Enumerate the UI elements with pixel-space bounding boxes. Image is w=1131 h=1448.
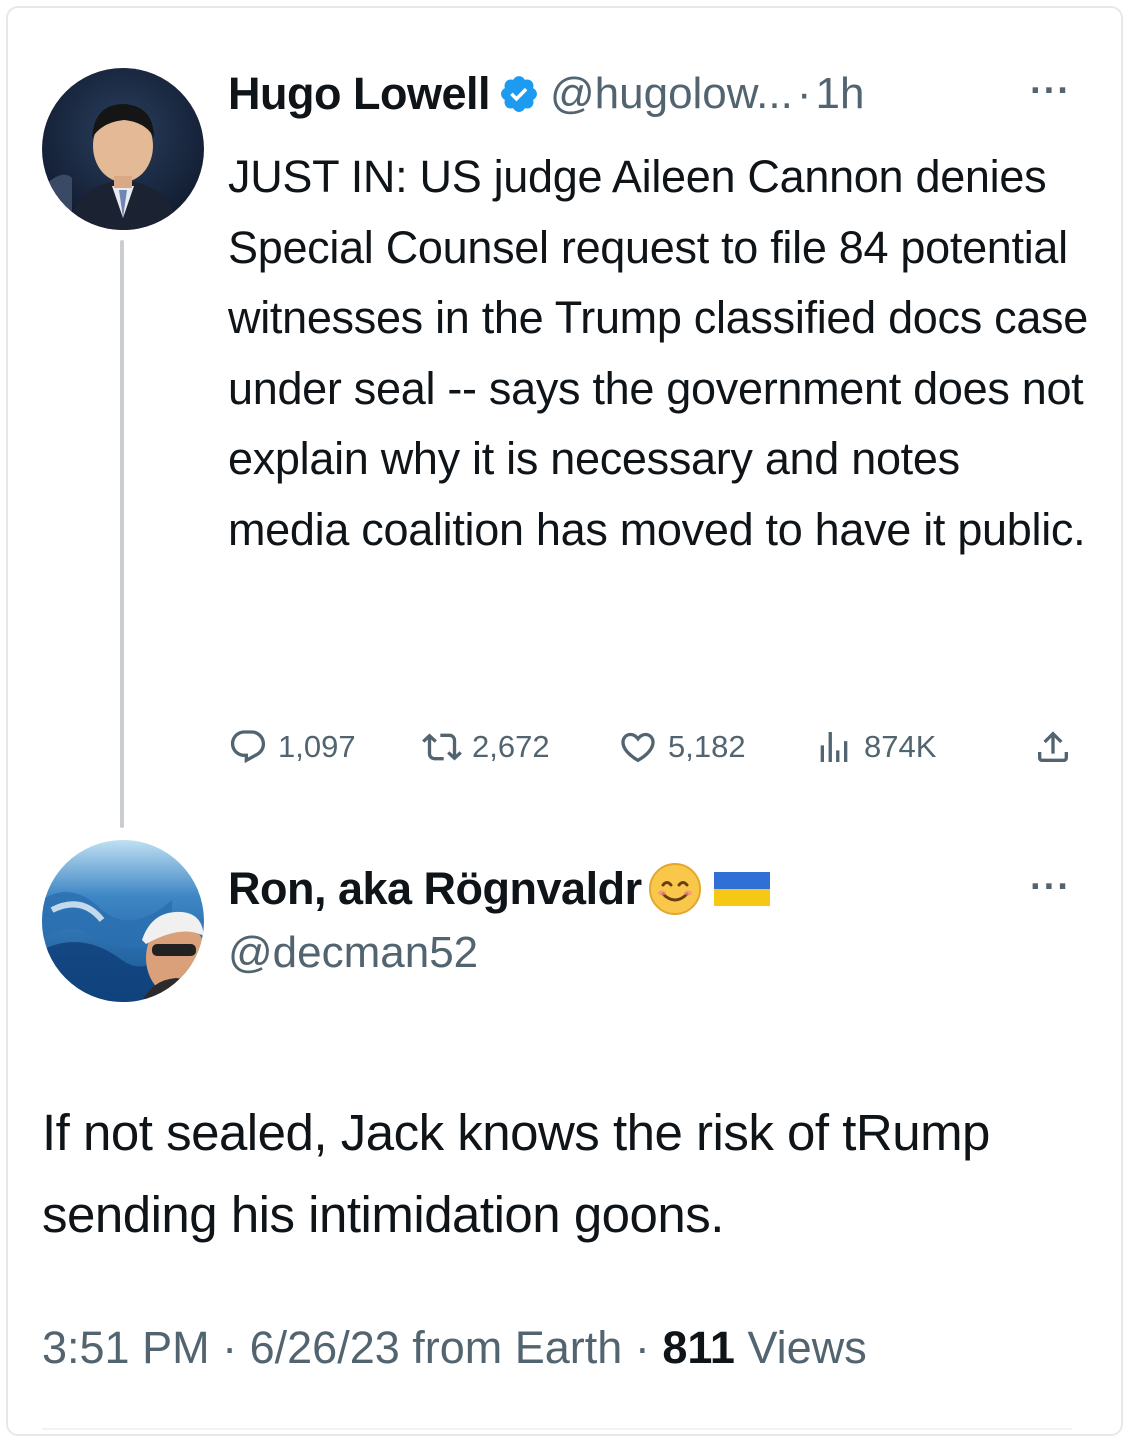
views-button[interactable]: 874K [814, 727, 1014, 767]
avatar-hugo-lowell[interactable] [42, 68, 204, 230]
avatar-photo [42, 840, 204, 1002]
tweet-time[interactable]: 1h [815, 69, 864, 119]
more-options-icon[interactable]: ··· [1030, 70, 1071, 113]
avatar-ron[interactable] [42, 840, 204, 1002]
share-button[interactable] [1033, 727, 1073, 767]
retweet-icon [422, 727, 462, 767]
ukraine-flag-icon [713, 872, 770, 906]
avatar-photo [42, 68, 204, 230]
retweet-button[interactable]: 2,672 [422, 727, 618, 767]
author-name[interactable]: Hugo Lowell [228, 68, 490, 120]
tweet-meta-line: 3:51 PM · 6/26/23 from Earth · 811 Views [42, 1322, 867, 1374]
thread-connector-line [120, 240, 124, 828]
view-count: 874K [864, 729, 937, 764]
share-icon [1033, 727, 1073, 767]
tweet-timestamp[interactable]: 3:51 PM [42, 1322, 210, 1373]
author-handle[interactable]: @hugolow... [550, 69, 793, 119]
reply-icon [228, 727, 268, 767]
reply-author-handle[interactable]: @decman52 [228, 928, 478, 978]
verified-badge-icon [498, 73, 540, 115]
reply-tweet-text: If not sealed, Jack knows the risk of tR… [42, 1104, 990, 1243]
like-count: 5,182 [668, 729, 746, 764]
smiling-face-emoji-icon [648, 862, 702, 916]
tweet-date-source: 6/26/23 from Earth [249, 1322, 623, 1373]
meta-separator: · [222, 1322, 238, 1373]
author-name[interactable]: Ron, aka Rögnvaldr [228, 863, 642, 915]
meta-separator: · [634, 1322, 650, 1373]
reply-tweet-header: Ron, aka Rögnvaldr [228, 858, 770, 920]
like-button[interactable]: 5,182 [618, 727, 814, 767]
views-label: Views [747, 1322, 867, 1373]
tweet-action-bar: 1,097 2,672 5,182 874K [228, 720, 1073, 774]
divider [42, 1428, 1072, 1430]
reply-count: 1,097 [278, 729, 356, 764]
time-separator: · [796, 69, 812, 118]
reply-button[interactable]: 1,097 [228, 727, 422, 767]
retweet-count: 2,672 [472, 729, 550, 764]
more-options-icon[interactable]: ··· [1030, 866, 1071, 909]
views-count: 811 [662, 1322, 735, 1373]
bar-chart-icon [814, 727, 854, 767]
heart-icon [618, 727, 658, 767]
original-tweet-text: JUST IN: US judge Aileen Cannon denies S… [228, 151, 1088, 555]
original-tweet-header: Hugo Lowell @hugolow... · 1h [228, 66, 864, 122]
